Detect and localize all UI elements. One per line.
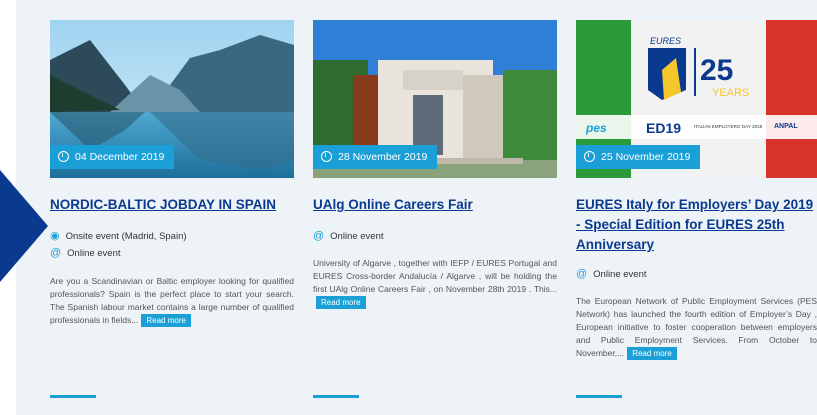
read-more-button[interactable]: Read more xyxy=(141,314,191,327)
event-title-link[interactable]: EURES Italy for Employers’ Day 2019 - Sp… xyxy=(576,195,817,255)
event-date-badge: 25 November 2019 xyxy=(576,145,701,169)
event-date: 25 November 2019 xyxy=(601,151,691,163)
carousel-prev-arrow[interactable] xyxy=(0,170,48,282)
anniversary-years: YEARS xyxy=(712,87,749,99)
event-date-badge: 28 November 2019 xyxy=(313,145,438,169)
read-more-button[interactable]: Read more xyxy=(627,347,677,360)
clock-icon xyxy=(584,151,595,162)
anniversary-number: 25 xyxy=(700,54,733,87)
pes-logo-text: pes xyxy=(585,121,607,135)
location-pin-icon: ◉ xyxy=(50,230,60,242)
event-date: 04 December 2019 xyxy=(75,151,165,163)
event-description: University of Algarve , together with IE… xyxy=(313,258,557,309)
employers-day-caption: ITALIAN EMPLOYERS' DAY 2019 xyxy=(694,124,763,129)
eures-logo-text: EURES xyxy=(650,36,681,46)
card-accent-bar xyxy=(313,395,359,398)
event-type: @ Online event xyxy=(50,247,121,259)
at-sign-icon: @ xyxy=(576,268,588,280)
read-more-button[interactable]: Read more xyxy=(316,296,366,309)
clock-icon xyxy=(321,151,332,162)
card-accent-bar xyxy=(576,395,622,398)
event-location: ◉ Onsite event (Madrid, Spain) xyxy=(50,230,187,242)
at-sign-icon: @ xyxy=(50,247,62,259)
event-date: 28 November 2019 xyxy=(338,151,428,163)
event-title-link[interactable]: NORDIC-BALTIC JOBDAY IN SPAIN xyxy=(50,195,294,215)
at-sign-icon: @ xyxy=(313,230,325,242)
event-title-link[interactable]: UAlg Online Careers Fair xyxy=(313,195,557,215)
clock-icon xyxy=(58,151,69,162)
anpal-logo-text: ANPAL xyxy=(774,123,798,130)
event-description: The European Network of Public Employmen… xyxy=(576,296,817,360)
event-type: @ Online event xyxy=(576,268,647,280)
event-date-badge: 04 December 2019 xyxy=(50,145,175,169)
card-accent-bar xyxy=(50,395,96,398)
event-description: Are you a Scandinavian or Baltic employe… xyxy=(50,276,294,327)
event-type: @ Online event xyxy=(313,230,384,242)
employers-day-logo-text: ED19 xyxy=(646,120,681,136)
